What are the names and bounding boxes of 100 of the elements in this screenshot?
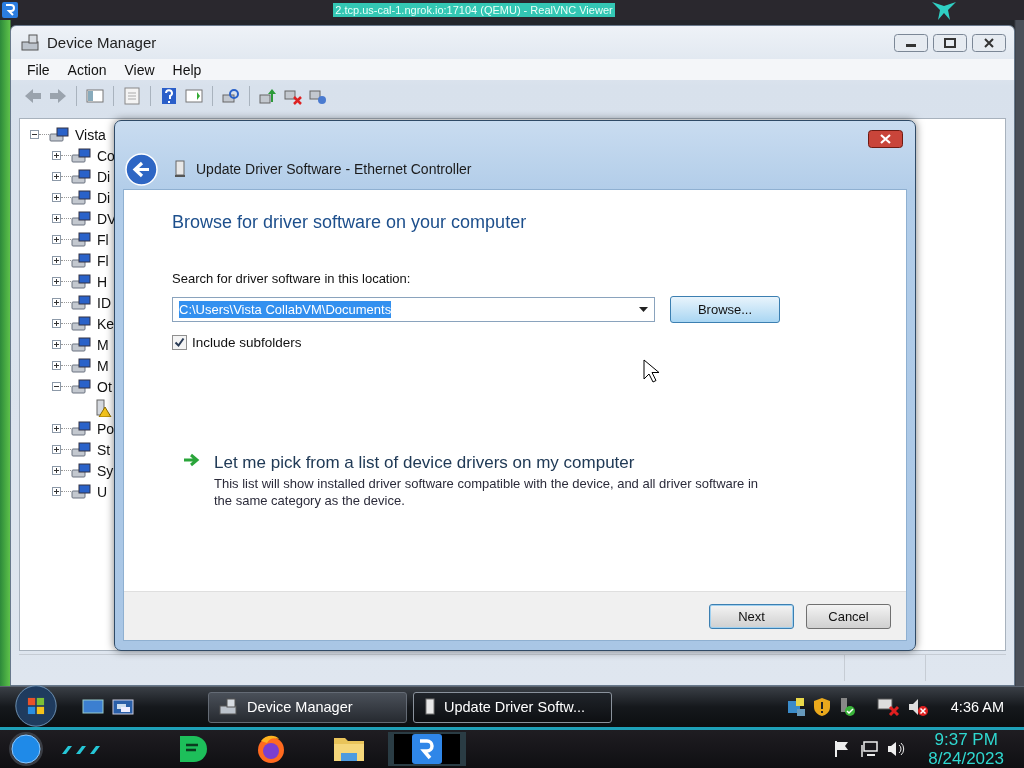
tree-item[interactable]: M — [97, 357, 109, 374]
arrow-icon[interactable] — [183, 453, 201, 467]
browser-icon[interactable] — [255, 733, 287, 765]
tree-item[interactable]: Di — [97, 168, 111, 185]
window-title: Device Manager — [47, 34, 157, 51]
expand-icon[interactable] — [52, 277, 61, 286]
expand-icon[interactable] — [52, 487, 61, 496]
device-manager-icon — [219, 698, 239, 716]
start-button[interactable] — [15, 685, 57, 727]
clock-time: 9:37 PM — [934, 730, 998, 749]
tree-item[interactable]: Di — [97, 189, 111, 206]
tree-item[interactable]: St — [97, 441, 111, 458]
clock: 4:36 AM — [950, 699, 1004, 715]
help-icon[interactable] — [159, 86, 179, 106]
tree-item[interactable]: Fl — [97, 231, 109, 248]
device-icon — [49, 126, 69, 143]
dropdown-arrow-icon[interactable] — [639, 307, 648, 312]
tree-item[interactable]: M — [97, 336, 109, 353]
menu-item[interactable]: View — [116, 61, 165, 78]
device-icon — [71, 441, 91, 458]
dialog-button[interactable]: Cancel — [806, 603, 891, 629]
expand-icon[interactable] — [52, 193, 61, 202]
device-icon — [71, 147, 91, 164]
tree-item[interactable]: Fl — [97, 252, 109, 269]
tree-item[interactable]: U — [97, 483, 108, 500]
remote-viewer-icon[interactable] — [412, 734, 442, 764]
start-button[interactable] — [8, 731, 44, 767]
speaker-icon[interactable] — [886, 740, 907, 758]
field-label: Search for driver software in this location: — [172, 271, 411, 286]
show-desktop-icon[interactable] — [82, 698, 104, 716]
clock-date: 8/24/2023 — [928, 749, 1004, 768]
device-icon — [71, 252, 91, 269]
maximize-button[interactable] — [933, 33, 967, 52]
device-icon — [71, 378, 91, 395]
command-link[interactable]: Let me pick from a list of device drivers on my computer — [214, 453, 774, 473]
expand-icon[interactable] — [52, 466, 61, 475]
close-button[interactable] — [868, 130, 903, 148]
expand-icon[interactable] — [52, 172, 61, 181]
expand-icon[interactable] — [52, 235, 61, 244]
command-description: This list will show installed driver software compatible with the device, and all driver software in the same category as the device. — [214, 475, 760, 509]
network-map-icon[interactable] — [786, 697, 807, 717]
tree-item[interactable]: Ot — [97, 378, 112, 395]
tree-item[interactable]: Ke — [97, 315, 115, 332]
tree-item[interactable]: Co — [97, 147, 115, 164]
browse-button[interactable]: Browse... — [670, 296, 780, 323]
device-icon — [71, 315, 91, 332]
expand-icon[interactable] — [52, 319, 61, 328]
taskbar-button[interactable]: Device Manager — [208, 691, 407, 723]
tree-item[interactable]: Po — [97, 420, 115, 437]
tree-item[interactable]: Sy — [97, 462, 114, 479]
checkbox[interactable] — [172, 335, 187, 350]
expand-icon[interactable] — [52, 256, 61, 265]
device-icon — [71, 483, 91, 500]
expand-icon[interactable] — [52, 361, 61, 370]
page-heading: Browse for driver software on your computer — [172, 212, 527, 233]
tree-item[interactable]: H — [97, 273, 108, 290]
security-shield-icon[interactable] — [812, 697, 831, 717]
collapse-icon[interactable] — [30, 130, 39, 139]
menu-item[interactable]: Help — [164, 61, 212, 78]
speaker-muted-icon[interactable] — [906, 697, 929, 717]
menu-item[interactable]: File — [19, 61, 60, 78]
minimize-button[interactable] — [894, 33, 928, 52]
device-manager-icon — [21, 33, 41, 52]
close-button[interactable] — [972, 33, 1006, 52]
device-icon — [71, 294, 91, 311]
checkbox-label: Include subfolders — [192, 335, 302, 350]
expand-icon[interactable] — [52, 445, 61, 454]
device-icon — [71, 231, 91, 248]
expand-icon[interactable] — [52, 424, 61, 433]
network-card-icon — [424, 698, 436, 716]
expand-icon[interactable] — [52, 298, 61, 307]
scan-hardware-icon[interactable] — [221, 86, 241, 106]
device-icon — [71, 420, 91, 437]
device-icon — [71, 273, 91, 290]
network-icon[interactable] — [858, 740, 879, 758]
window-title: 2.tcp.us-cal-1.ngrok.io:17104 (QEMU) - RealVNC Viewer — [333, 3, 615, 17]
back-button[interactable] — [125, 152, 158, 186]
dialog-button[interactable]: Next — [709, 603, 794, 629]
taskbar-button[interactable]: Update Driver Softw... — [413, 691, 612, 723]
menu-item[interactable]: Action — [59, 61, 117, 78]
flag-icon[interactable] — [834, 740, 851, 758]
expand-icon[interactable] — [52, 214, 61, 223]
device-icon — [71, 336, 91, 353]
network-card-icon — [174, 160, 186, 178]
device-icon — [71, 357, 91, 374]
expand-icon[interactable] — [52, 340, 61, 349]
device-icon — [71, 189, 91, 206]
tree-item[interactable]: ID — [97, 294, 111, 311]
action-pane-icon[interactable] — [184, 86, 204, 106]
dialog-title: Update Driver Software - Ethernet Controller — [196, 161, 472, 177]
tree-item[interactable]: Vista — [75, 126, 106, 143]
collapse-icon[interactable] — [52, 382, 61, 391]
expand-icon[interactable] — [52, 151, 61, 160]
device-icon — [71, 168, 91, 185]
device-icon — [71, 462, 91, 479]
device-icon — [71, 210, 91, 227]
switch-windows-icon[interactable] — [112, 698, 134, 716]
network-disconnected-icon[interactable] — [876, 697, 901, 717]
app-icon[interactable] — [2, 2, 18, 18]
notes-app-icon[interactable] — [177, 733, 209, 765]
